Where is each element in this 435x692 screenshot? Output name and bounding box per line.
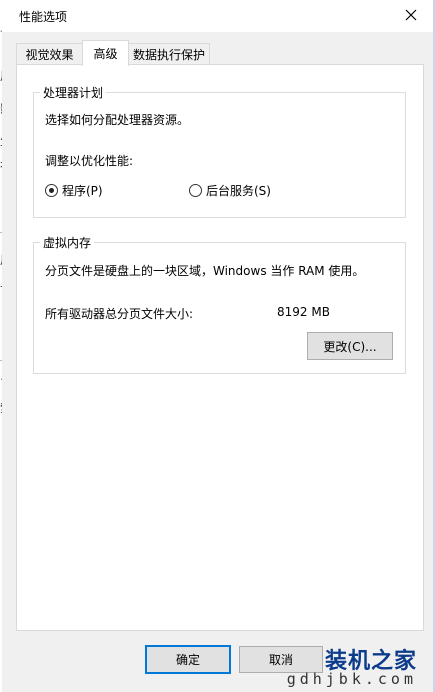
radio-indicator	[45, 184, 58, 197]
close-icon	[405, 9, 417, 24]
radio-label: 后台服务(S)	[206, 184, 271, 198]
paging-file-description: 分页文件是硬盘上的一块区域，Windows 当作 RAM 使用。	[45, 264, 365, 278]
performance-options-dialog: 性能选项 视觉效果 高级 数据执行保护 处理器计划 选择如何分配处理器资源。 调…	[2, 0, 433, 692]
tab-advanced[interactable]: 高级	[82, 40, 129, 66]
ok-button[interactable]: 确定	[145, 645, 231, 674]
processor-scheduling-group: 处理器计划 选择如何分配处理器资源。 调整以优化性能: 程序(P) 后台服务(S…	[33, 84, 406, 218]
group-title: 处理器计划	[40, 84, 107, 101]
cancel-button[interactable]: 取消	[239, 646, 323, 673]
window-title: 性能选项	[19, 10, 68, 24]
virtual-memory-group: 虚拟内存 分页文件是硬盘上的一块区域，Windows 当作 RAM 使用。 所有…	[33, 234, 406, 374]
tab-panel-advanced: 处理器计划 选择如何分配处理器资源。 调整以优化性能: 程序(P) 后台服务(S…	[16, 64, 424, 631]
total-paging-value: 8192 MB	[277, 305, 330, 319]
adjust-label: 调整以优化性能:	[45, 154, 134, 168]
title-bar: 性能选项	[2, 0, 433, 32]
button-label: 确定	[175, 653, 200, 667]
button-label: 取消	[268, 653, 293, 667]
radio-indicator	[189, 184, 202, 197]
tab-data-execution-prevention[interactable]: 数据执行保护	[128, 43, 210, 65]
tab-label: 数据执行保护	[132, 48, 205, 62]
watermark-site: gdhjbk.com	[286, 670, 417, 688]
radio-background-services[interactable]: 后台服务(S)	[189, 182, 271, 199]
tab-visual-effects[interactable]: 视觉效果	[16, 43, 83, 65]
radio-selected-dot	[49, 188, 54, 193]
radio-programs[interactable]: 程序(P)	[45, 182, 103, 199]
total-paging-label: 所有驱动器总分页文件大小:	[45, 307, 194, 321]
tab-label: 高级	[93, 47, 118, 61]
button-label: 更改(C)...	[323, 339, 377, 354]
change-virtual-memory-button[interactable]: 更改(C)...	[307, 332, 393, 360]
tab-label: 视觉效果	[25, 48, 74, 62]
radio-label: 程序(P)	[62, 184, 103, 198]
group-title: 虚拟内存	[40, 234, 95, 251]
processor-description: 选择如何分配处理器资源。	[45, 113, 190, 127]
close-button[interactable]	[399, 4, 423, 28]
